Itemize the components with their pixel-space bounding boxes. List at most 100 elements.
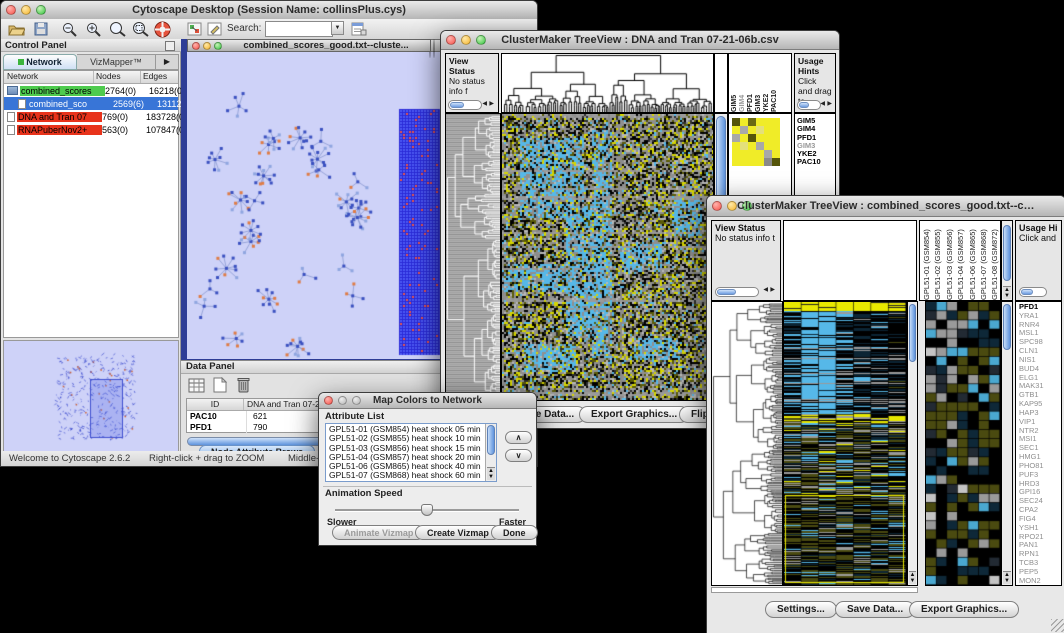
network-overview-canvas[interactable]	[4, 341, 178, 456]
close-button[interactable]	[324, 396, 333, 405]
new-document-icon[interactable]	[213, 377, 227, 398]
scroll-right-icon[interactable]: ▶	[770, 285, 777, 295]
network-table-row[interactable]: combined_scores2764(0)16218(0)	[4, 84, 178, 97]
gene-label[interactable]: MON2	[1019, 577, 1061, 586]
resize-grip[interactable]	[1051, 619, 1064, 632]
gene-label[interactable]: VIP1	[1019, 418, 1061, 427]
gene-label[interactable]: YSH1	[1019, 524, 1061, 533]
minimize-button[interactable]	[461, 35, 471, 45]
scroll-right-icon[interactable]: ▶	[827, 99, 834, 109]
similarity-matrix[interactable]	[732, 118, 780, 166]
attribute-list-item[interactable]: GPL51-06 (GSM865) heat shock 40 min	[329, 462, 496, 471]
gene-label[interactable]: NTR2	[1019, 427, 1061, 436]
column-label[interactable]: GPL51-02 (GSM855)	[932, 222, 943, 300]
trash-icon[interactable]	[236, 376, 251, 398]
cytoscape-titlebar[interactable]: Cytoscape Desktop (Session Name: collins…	[1, 1, 537, 20]
minimize-button[interactable]	[433, 39, 435, 58]
col-nodes[interactable]: Nodes	[94, 71, 141, 83]
network-table-row[interactable]: RNAPuberNov2+563(0)107847(0)	[4, 123, 178, 136]
column-label[interactable]: GPL51-08 (GSM872)	[989, 222, 1000, 300]
attribute-list-scrollbar[interactable]: ▲▼	[485, 424, 496, 481]
gene-label[interactable]: RPN1	[1019, 550, 1061, 559]
scroll-left-icon[interactable]: ◀	[763, 285, 770, 295]
minimize-button[interactable]	[338, 396, 347, 405]
gene-label[interactable]: GPI16	[1019, 488, 1061, 497]
column-label[interactable]: GPL51-07 (GSM868)	[978, 222, 989, 300]
minimize-button[interactable]	[21, 5, 31, 15]
col-network[interactable]: Network	[4, 71, 94, 83]
usage-hints-scrollbar[interactable]	[1019, 287, 1047, 297]
gene-label[interactable]: SEC1	[1019, 444, 1061, 453]
network-view-titlebar[interactable]: combined_scores_good.txt--cluste...	[187, 39, 431, 52]
gene-label[interactable]: PFD1	[797, 134, 835, 142]
network-overview-panel[interactable]	[3, 340, 179, 457]
search-dropdown-button[interactable]: ▼	[331, 21, 344, 35]
column-dendrogram-box[interactable]	[783, 220, 917, 301]
zoom-button[interactable]	[214, 42, 222, 50]
column-labels-scrollbar[interactable]: ▲▼	[1001, 220, 1013, 301]
column-label[interactable]: GPL51-03 (GSM856)	[944, 222, 955, 300]
usage-hints-scrollbar[interactable]	[797, 100, 821, 110]
export-graphics-button[interactable]: Export Graphics...	[909, 601, 1019, 618]
network-table-row[interactable]: combined_sco2569(6)13112(15)	[4, 97, 178, 110]
save-data-button[interactable]: Save Data...	[835, 601, 915, 618]
close-button[interactable]	[6, 5, 16, 15]
gene-label[interactable]: PAC10	[797, 158, 835, 166]
treeview-dna-titlebar[interactable]: ClusterMaker TreeView : DNA and Tran 07-…	[441, 31, 839, 50]
selected-column-label[interactable]: GIM3	[755, 56, 763, 112]
attribute-list-item[interactable]: GPL51-02 (GSM855) heat shock 10 min	[329, 434, 496, 443]
dialog-titlebar[interactable]: Map Colors to Network	[319, 393, 536, 409]
gene-label[interactable]: PAN1	[1019, 541, 1061, 550]
treeview-combined-titlebar[interactable]: ClusterMaker TreeView : combined_scores_…	[707, 196, 1064, 217]
gene-label[interactable]: HAP3	[1019, 409, 1061, 418]
gene-label[interactable]: MSI1	[1019, 435, 1061, 444]
gene-label[interactable]: HMG1	[1019, 453, 1061, 462]
view-status-scrollbar[interactable]	[448, 100, 482, 110]
gene-label[interactable]: RNR4	[1019, 321, 1061, 330]
gene-label[interactable]: CLN1	[1019, 347, 1061, 356]
minimize-button[interactable]	[203, 42, 211, 50]
gene-label[interactable]: CPA2	[1019, 506, 1061, 515]
gene-label[interactable]: PHO81	[1019, 462, 1061, 471]
gene-label[interactable]: YKE2	[797, 150, 835, 158]
done-button[interactable]: Done	[491, 525, 538, 540]
column-dendrogram-canvas[interactable]	[502, 54, 713, 112]
move-down-button[interactable]: ∨	[505, 449, 532, 462]
gene-label[interactable]: PFD1	[1019, 303, 1061, 312]
global-heatmap-canvas[interactable]	[784, 302, 906, 585]
gene-label[interactable]: GTB1	[1019, 391, 1061, 400]
close-button[interactable]	[712, 201, 722, 211]
gene-label[interactable]: MAK31	[1019, 382, 1061, 391]
gene-label[interactable]: BUD4	[1019, 365, 1061, 374]
table-icon[interactable]	[188, 378, 205, 398]
scroll-left-icon[interactable]: ◀	[820, 99, 827, 109]
close-button[interactable]	[446, 35, 456, 45]
scroll-right-icon[interactable]: ▶	[489, 99, 496, 109]
selected-column-label[interactable]: GIM4	[739, 56, 747, 112]
gene-label[interactable]: SPC98	[1019, 338, 1061, 347]
global-hscrollbar[interactable]	[711, 587, 918, 593]
export-graphics-button[interactable]: Export Graphics...	[579, 406, 689, 423]
gene-label[interactable]: KAP95	[1019, 400, 1061, 409]
gene-label[interactable]: SEC24	[1019, 497, 1061, 506]
gene-label[interactable]: YRA1	[1019, 312, 1061, 321]
gene-label[interactable]: PEP5	[1019, 568, 1061, 577]
gene-label[interactable]: NIS1	[1019, 356, 1061, 365]
attribute-list-item[interactable]: GPL51-07 (GSM868) heat shock 60 min	[329, 471, 496, 480]
gene-label[interactable]: PUF3	[1019, 471, 1061, 480]
move-up-button[interactable]: ∧	[505, 431, 532, 444]
float-panel-icon[interactable]	[165, 41, 175, 51]
scroll-left-icon[interactable]: ◀	[482, 99, 489, 109]
selected-column-label[interactable]: PAC10	[771, 56, 779, 112]
network-table-row[interactable]: DNA and Tran 07769(0)183728(0)	[4, 110, 178, 123]
attribute-list-item[interactable]: GPL51-03 (GSM856) heat shock 15 min	[329, 444, 496, 453]
row-dendrogram-canvas[interactable]	[712, 302, 782, 585]
tab-overflow-icon[interactable]: ▶	[156, 54, 179, 70]
gene-label[interactable]: RPO21	[1019, 533, 1061, 542]
gene-label[interactable]: ELG1	[1019, 374, 1061, 383]
zoom-vscrollbar[interactable]: ▲▼	[1001, 301, 1013, 586]
network-view-canvas[interactable]	[187, 52, 442, 359]
column-label[interactable]: GPL51-01 (GSM854)	[921, 222, 932, 300]
selected-column-label[interactable]: YKE2	[763, 56, 771, 112]
selected-column-label[interactable]: PFD1	[747, 56, 755, 112]
